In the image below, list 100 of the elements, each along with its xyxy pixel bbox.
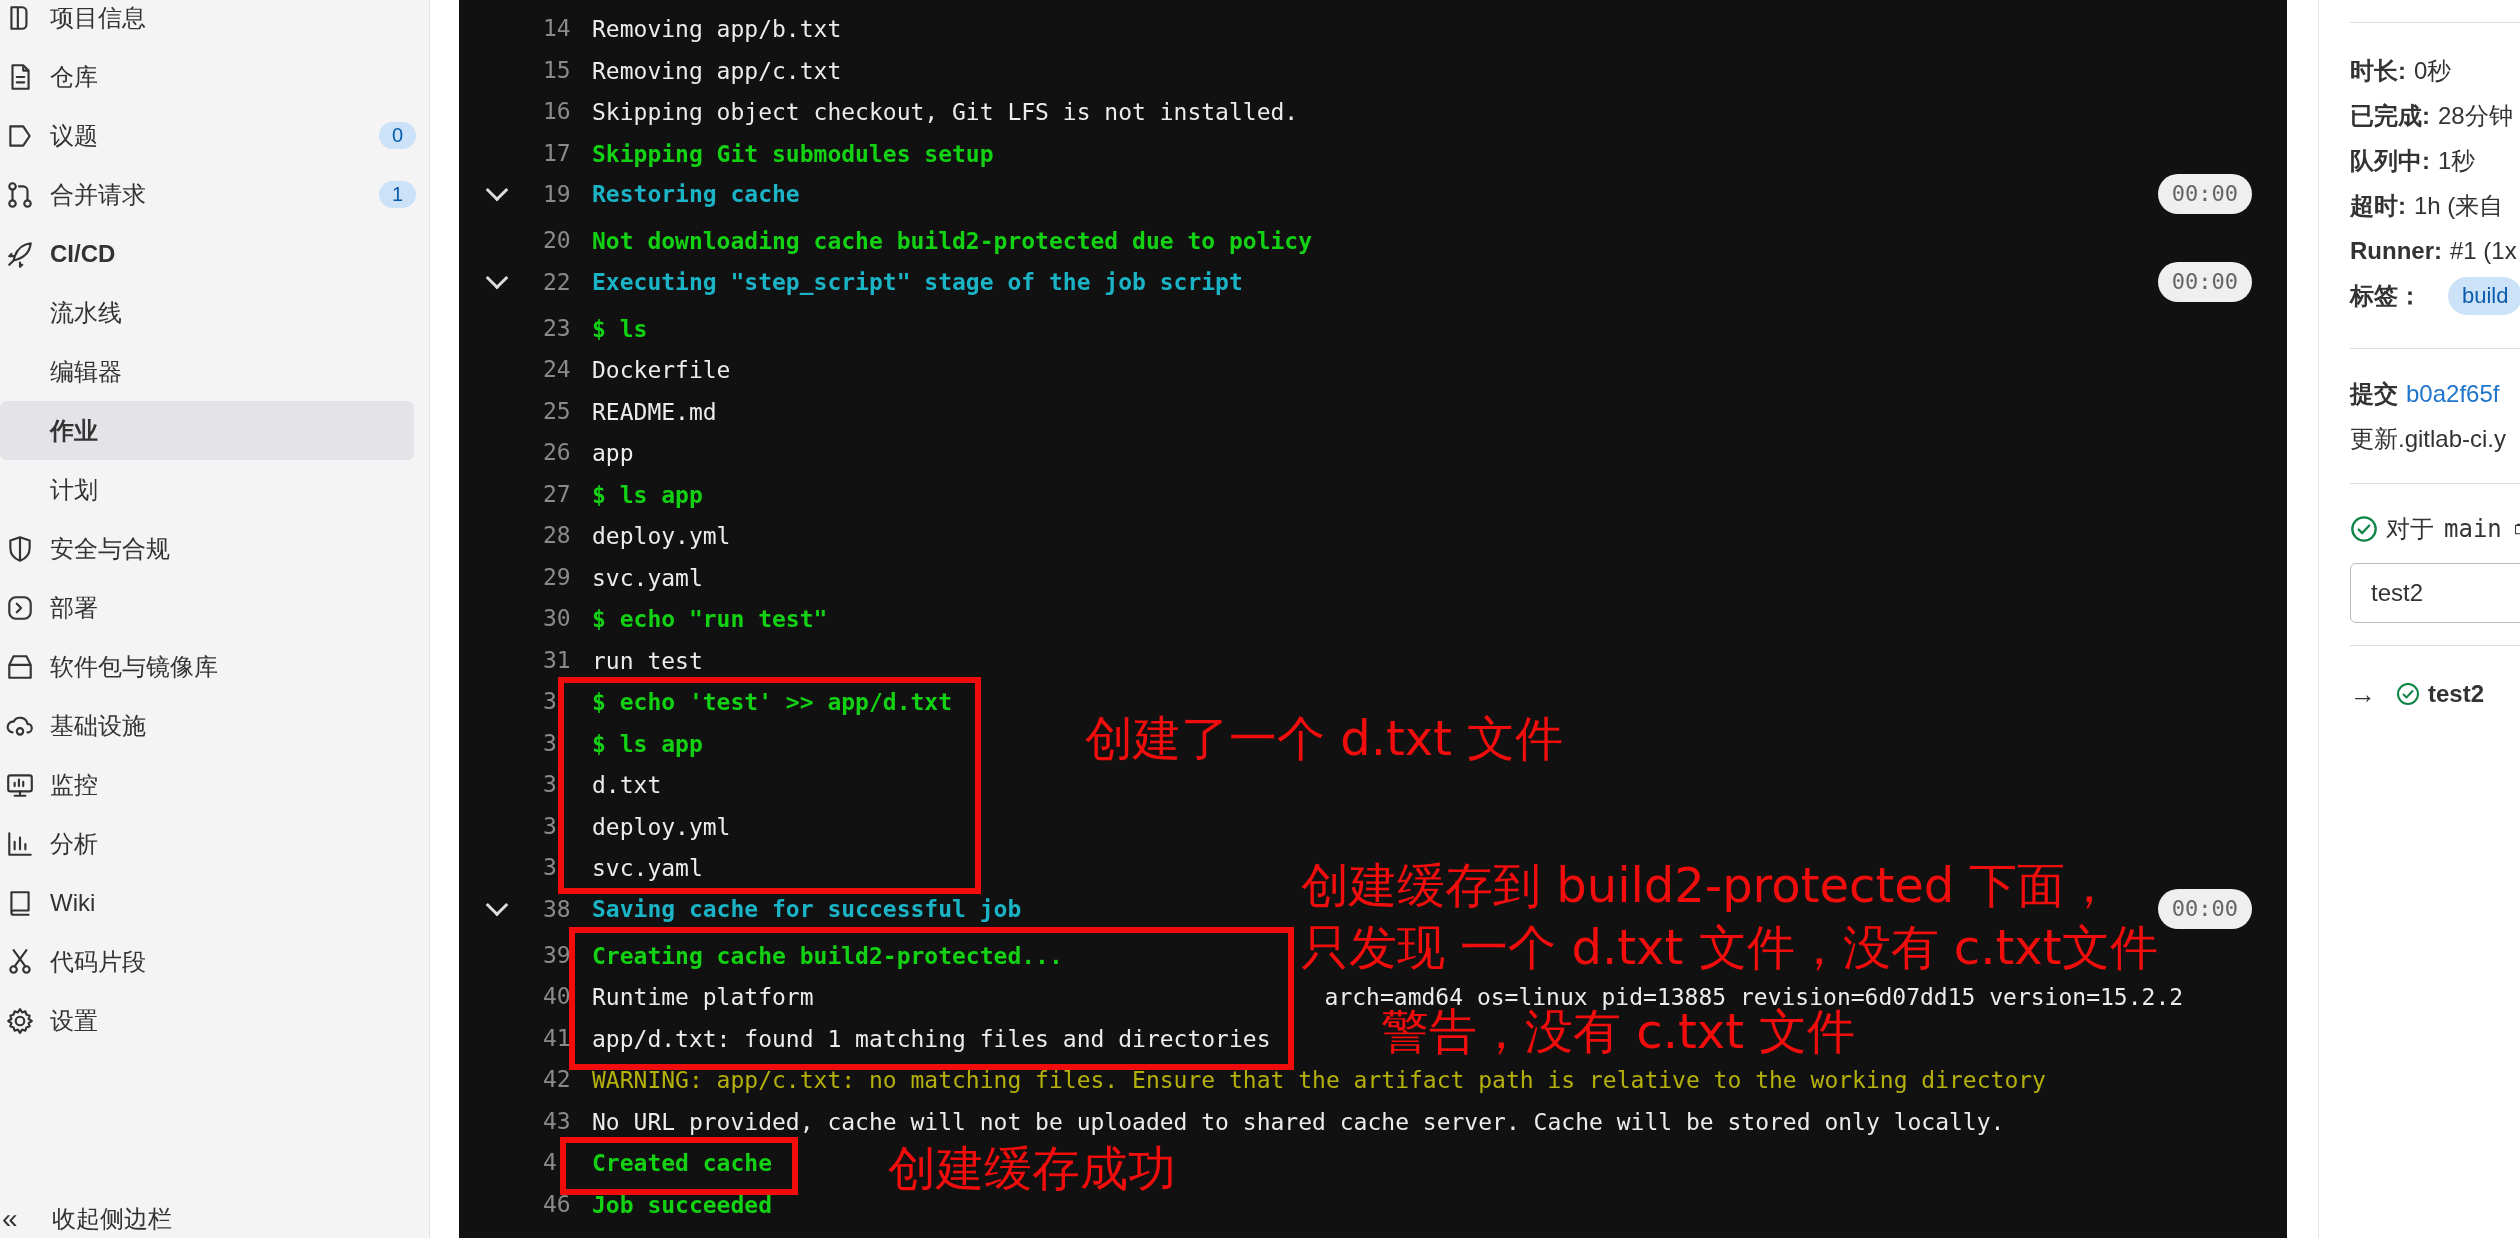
line-number: 22 — [543, 267, 571, 297]
sidebar-item[interactable]: 安全与合规 — [0, 519, 414, 578]
annotation-text: 只发现 一个 d.txt 文件，没有 c.txt文件 — [1301, 920, 2158, 974]
check-circle-icon — [2350, 514, 2378, 543]
sidebar-item[interactable]: 基础设施 — [0, 696, 414, 755]
line-number: 31 — [543, 645, 571, 675]
log-line: $ echo "run test" — [592, 605, 828, 633]
settings-icon — [5, 1005, 35, 1036]
detail-value: 28分钟 — [2438, 100, 2513, 131]
item-label: CI/CD — [50, 239, 116, 268]
log-line: README.md — [592, 397, 717, 426]
collapse-sidebar-button[interactable]: « 收起侧边栏 — [0, 1201, 429, 1237]
line-number: 40 — [543, 982, 571, 1011]
log-line: Removing app/c.txt — [592, 56, 842, 85]
item-label: 仓库 — [50, 61, 98, 92]
item-label: Wiki — [50, 888, 96, 917]
annotation-text: 创建缓存成功 — [888, 1141, 1176, 1195]
log-line: Skipping Git submodules setup — [592, 139, 994, 168]
item-label: 议题 — [50, 120, 98, 151]
log-line: $ ls app — [592, 480, 703, 509]
sidebar-item[interactable]: 项目信息 — [0, 0, 414, 47]
duration-badge: 00:00 — [2157, 261, 2252, 302]
sidebar-item[interactable]: Wiki — [0, 873, 414, 932]
line-number: 46 — [543, 1189, 571, 1219]
log-line: deploy.yml — [592, 812, 731, 841]
detail-label: 标签： — [2350, 280, 2422, 311]
detail-label: 已完成: — [2350, 100, 2430, 131]
log-line: Creating cache build2-protected... — [592, 941, 1063, 970]
line-number: 43 — [543, 1106, 571, 1136]
annotation-text: 创建了一个 d.txt 文件 — [1085, 711, 1564, 765]
item-label: 项目信息 — [50, 2, 146, 33]
collapse-label: 收起侧边栏 — [52, 1204, 172, 1234]
sidebar-item[interactable]: 仓库 — [0, 47, 414, 106]
log-line: Skipping object checkout, Git LFS is not installed. — [592, 98, 1299, 126]
duration-badge: 00:00 — [2157, 174, 2252, 214]
sidebar-item[interactable]: 部署 — [0, 578, 414, 637]
line-number: 17 — [543, 138, 571, 168]
detail-value: #1 (1x — [2450, 236, 2517, 265]
count-badge: 0 — [378, 122, 416, 149]
log-line: Dockerfile — [592, 356, 731, 384]
branch-name: main — [2444, 514, 2502, 543]
line-number: 16 — [543, 97, 571, 126]
sidebar-item[interactable]: CI/CD — [0, 224, 414, 283]
line-number: 38 — [543, 894, 571, 924]
detail-value: 1h (来自 — [2414, 190, 2504, 221]
line-number: 23 — [543, 313, 571, 343]
sidebar-item[interactable]: 软件包与镜像库 — [0, 637, 414, 696]
line-number: 28 — [543, 521, 571, 550]
arrow-icon: → — [2350, 678, 2376, 710]
annotation-text: 创建缓存到 build2-protected 下面， — [1301, 858, 2114, 912]
item-label: 设置 — [50, 1005, 98, 1036]
line-number: 30 — [543, 604, 571, 633]
log-line: app — [592, 439, 634, 467]
job-link[interactable]: test2 — [2428, 680, 2485, 708]
log-line: WARNING: app/c.txt: no matching files. Ensure that the artifact path is relative to the working directory — [592, 1066, 2046, 1094]
sidebar-item[interactable]: 设置 — [0, 991, 414, 1050]
line-number: 20 — [543, 226, 571, 255]
merge-request-icon — [5, 179, 35, 210]
item-label: 分析 — [50, 828, 98, 859]
log-line: Executing "step_script" stage of the job script — [592, 267, 1243, 296]
log-line: No URL provided, cache will not be uploaded to shared cache server. Cache will be stored only locally. — [592, 1107, 2005, 1136]
item-label: 合并请求 — [50, 179, 146, 210]
line-number: 14 — [543, 14, 571, 43]
detail-label: 时长: — [2350, 55, 2406, 86]
item-label: 监控 — [50, 769, 98, 800]
sidebar-item[interactable]: 监控 — [0, 755, 414, 814]
sidebar-item[interactable]: 议题 0 — [0, 106, 414, 165]
duration-badge: 00:00 — [2157, 888, 2252, 929]
sidebar-subitem[interactable]: 流水线 — [0, 283, 414, 342]
item-label: 安全与合规 — [50, 533, 170, 564]
log-line: svc.yaml — [592, 854, 703, 882]
sidebar-subitem[interactable]: 计划 — [0, 460, 414, 519]
sidebar-subitem[interactable]: 作业 — [0, 401, 414, 460]
line-number: 3 — [543, 728, 557, 758]
log-line: deploy.yml — [592, 522, 731, 550]
detail-value: 1秒 — [2438, 145, 2476, 176]
line-number: 27 — [543, 479, 571, 509]
log-line: Saving cache for successful job — [592, 894, 1022, 923]
commit-link[interactable]: b0a2f65f — [2406, 379, 2500, 408]
sidebar-item[interactable]: 分析 — [0, 814, 414, 873]
line-number: 25 — [543, 396, 571, 426]
log-line: Removing app/b.txt — [592, 15, 842, 43]
sidebar-subitem[interactable]: 编辑器 — [0, 342, 414, 401]
detail-label: 队列中: — [2350, 145, 2430, 176]
line-number: 4 — [543, 1148, 557, 1177]
log-line: d.txt — [592, 771, 662, 799]
item-label: 部署 — [50, 592, 98, 623]
item-label: 基础设施 — [50, 710, 146, 741]
log-line: Created cache — [592, 1149, 772, 1177]
detail-value: 0秒 — [2414, 55, 2452, 86]
stage-dropdown[interactable]: test2 — [2350, 563, 2520, 623]
line-number: 3 — [543, 687, 557, 716]
sidebar-item[interactable]: 合并请求 1 — [0, 165, 414, 224]
sidebar-item[interactable]: 代码片段 — [0, 932, 414, 991]
log-line: Runtime platform — [592, 983, 814, 1011]
line-number: 24 — [543, 355, 571, 384]
count-badge: 1 — [378, 181, 416, 208]
chevrons-left-icon: « — [0, 1203, 52, 1235]
item-label: 代码片段 — [50, 946, 146, 977]
log-line: Restoring cache — [592, 180, 800, 208]
